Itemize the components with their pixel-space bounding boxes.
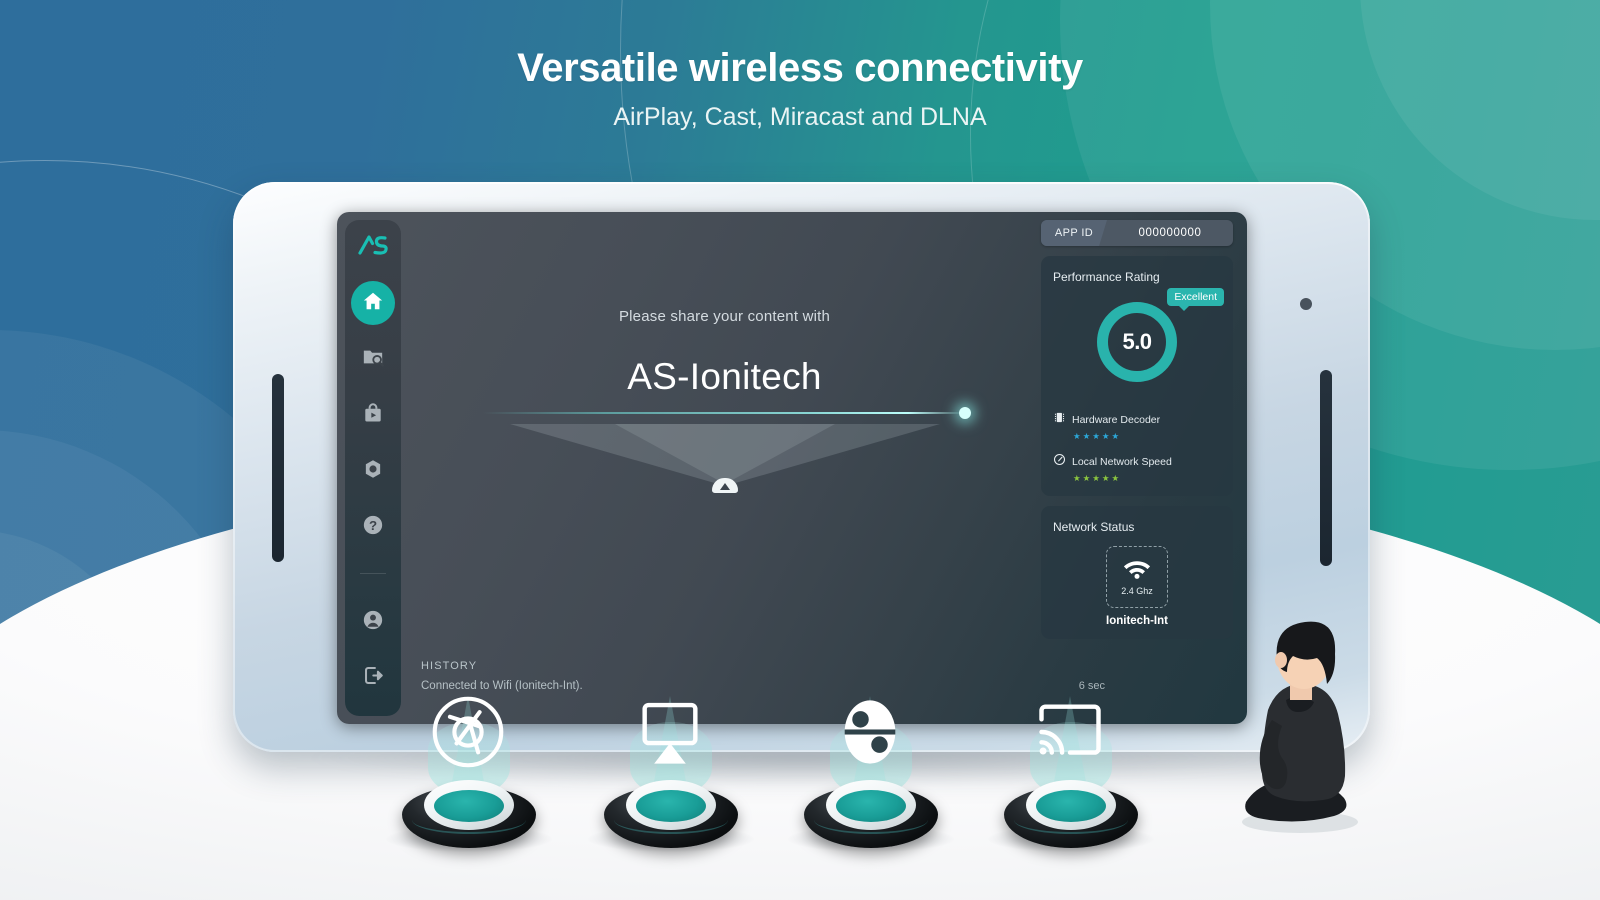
metric-local-network-speed: Local Network Speed ★★★★★ — [1053, 453, 1221, 484]
receiver-device-name: AS-Ionitech — [627, 356, 822, 397]
metric-stars: ★★★★★ — [1073, 431, 1122, 441]
network-title: Network Status — [1053, 520, 1135, 534]
metric-stars: ★★★★★ — [1073, 473, 1122, 483]
logout-icon — [362, 664, 385, 692]
power-button-right[interactable] — [1320, 370, 1332, 566]
wifi-band-label: 2.4 Ghz — [1121, 585, 1153, 596]
beam-cone-inner — [614, 424, 835, 484]
volume-button-left[interactable] — [272, 374, 284, 562]
pedestal-cast[interactable] — [988, 722, 1154, 854]
svg-text:?: ? — [369, 517, 377, 532]
cast-beam-animation — [407, 402, 1042, 522]
sidebar-item-store[interactable] — [351, 393, 395, 437]
app-id-bar[interactable]: APP ID 000000000 — [1041, 220, 1233, 246]
cast-receiver-icon — [711, 478, 738, 493]
history-title: HISTORY — [421, 660, 478, 672]
account-icon — [362, 609, 384, 636]
scan-line — [483, 412, 966, 414]
sidebar-divider — [360, 573, 386, 574]
home-icon — [362, 290, 384, 317]
sidebar-item-settings[interactable] — [351, 449, 395, 493]
status-panel: APP ID 000000000 Performance Rating Exce… — [1041, 220, 1233, 639]
pedestal-chrome[interactable] — [386, 722, 552, 854]
wifi-band-box[interactable]: 2.4 Ghz — [1106, 546, 1168, 608]
history-row: Connected to Wifi (Ionitech-Int). 6 sec — [421, 680, 1217, 692]
share-instruction: Please share your content with — [618, 308, 831, 325]
sidebar-item-home[interactable] — [351, 281, 395, 325]
history-entry-text: Connected to Wifi (Ionitech-Int). — [421, 680, 583, 692]
metric-hardware-decoder: Hardware Decoder ★★★★★ — [1053, 411, 1221, 442]
pedestal-dlna[interactable] — [788, 722, 954, 854]
sidebar-item-help[interactable]: ? — [351, 505, 395, 549]
speedometer-icon — [1053, 453, 1066, 471]
person-illustration — [1228, 616, 1368, 836]
metric-head: Hardware Decoder — [1053, 411, 1221, 429]
sidebar-item-account[interactable] — [351, 600, 395, 644]
performance-title: Performance Rating — [1053, 270, 1160, 284]
sidebar: ? — [345, 220, 401, 716]
pedestal-airplay[interactable] — [588, 722, 754, 854]
app-id-value: 000000000 — [1138, 227, 1202, 239]
app-id-label: APP ID — [1041, 220, 1107, 246]
history-entry-time: 6 sec — [1078, 680, 1105, 692]
app-screen: ? Please share your content with AS-Ioni… — [337, 212, 1247, 724]
scan-dot — [958, 407, 971, 419]
pedestal-ring — [814, 806, 928, 834]
folder-search-icon — [362, 346, 384, 373]
hero-headings: Versatile wireless connectivity AirPlay,… — [0, 46, 1600, 132]
share-prompt-area: Please share your content with AS-Ionite… — [407, 308, 1042, 522]
performance-score: 5.0 — [1122, 329, 1152, 354]
metric-label: Local Network Speed — [1072, 456, 1172, 468]
store-play-icon — [362, 402, 384, 429]
performance-badge: Excellent — [1167, 288, 1224, 311]
app-logo-icon — [358, 234, 388, 261]
sidebar-item-browse[interactable] — [351, 337, 395, 381]
hardware-decoder-icon — [1053, 411, 1066, 429]
wifi-ssid: Ionitech-Int — [1106, 615, 1168, 627]
performance-rating-card: Performance Rating Excellent 5.0 Hardwar… — [1041, 256, 1233, 496]
performance-gauge-ring: 5.0 — [1097, 302, 1177, 382]
help-question-icon: ? — [362, 514, 384, 541]
wifi-icon — [1123, 559, 1151, 584]
pedestal-ring — [412, 806, 526, 834]
metric-head: Local Network Speed — [1053, 453, 1221, 471]
phone-device: ? Please share your content with AS-Ioni… — [233, 182, 1370, 752]
settings-gear-icon — [362, 458, 384, 485]
pedestal-ring — [614, 806, 728, 834]
metric-label: Hardware Decoder — [1072, 414, 1161, 426]
page-subtitle: AirPlay, Cast, Miracast and DLNA — [613, 103, 987, 131]
performance-gauge-zone: Excellent 5.0 — [1053, 288, 1224, 400]
front-camera-icon — [1300, 298, 1312, 310]
sidebar-bottom-group — [351, 594, 395, 706]
network-status-card: Network Status 2.4 Ghz Ionitech-Int — [1041, 506, 1233, 639]
page-title: Versatile wireless connectivity — [517, 46, 1083, 90]
pedestal-ring — [1014, 806, 1128, 834]
